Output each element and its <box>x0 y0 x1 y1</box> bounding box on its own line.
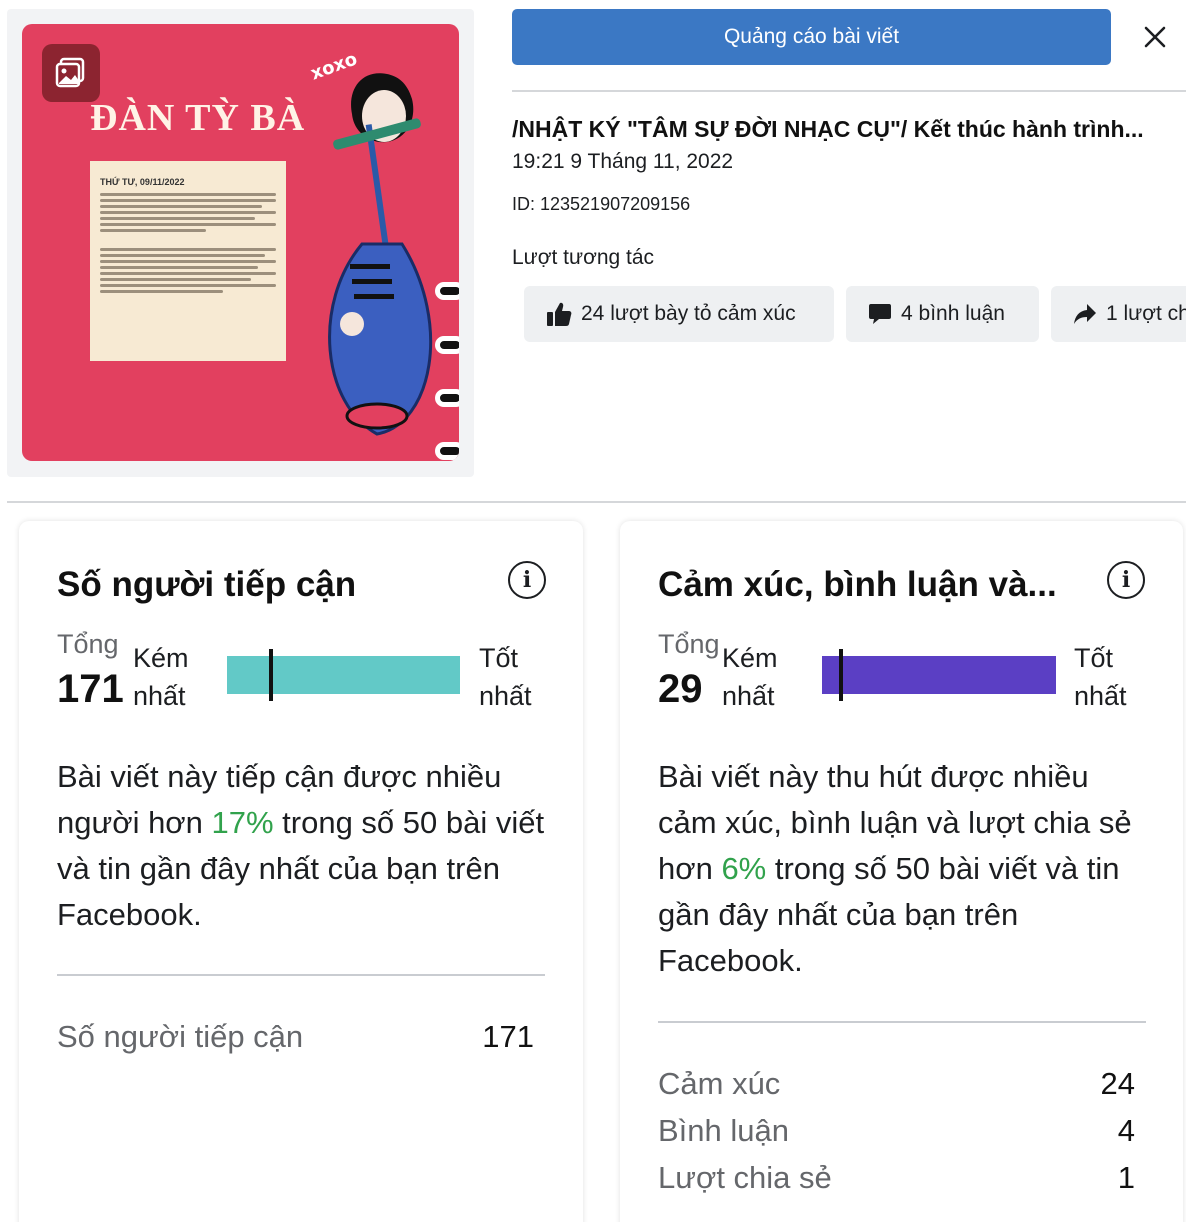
stat-row: Bình luận 4 <box>658 1113 1135 1148</box>
promote-post-button[interactable]: Quảng cáo bài viết <box>512 9 1111 65</box>
reach-card-divider <box>57 974 545 976</box>
header-divider <box>512 90 1186 92</box>
stat-row: Lượt chia sẻ 1 <box>658 1160 1135 1195</box>
reactions-chip[interactable]: 24 lượt bày tỏ cảm xúc <box>524 286 834 342</box>
reach-percentage: 17% <box>211 805 274 840</box>
poster-note: THỨ TƯ, 09/11/2022 <box>90 161 286 361</box>
reach-total-value: 171 <box>57 667 124 711</box>
reach-position-marker <box>269 649 274 701</box>
engagement-position-marker <box>838 649 843 701</box>
close-icon[interactable] <box>1138 20 1172 54</box>
info-icon[interactable]: i <box>1107 561 1145 599</box>
post-thumbnail-frame: ĐÀN TỲ BÀ xoxo THỨ TƯ, 09/11/2022 <box>7 9 474 477</box>
album-icon <box>42 44 100 102</box>
post-thumbnail-image[interactable]: ĐÀN TỲ BÀ xoxo THỨ TƯ, 09/11/2022 <box>22 24 459 461</box>
stat-row: Số người tiếp cận 171 <box>57 1019 534 1054</box>
stat-row: Cảm xúc 24 <box>658 1066 1135 1101</box>
reach-card-title: Số người tiếp cận <box>57 565 357 604</box>
reach-card: Số người tiếp cận i Tổng 171 Kém nhất Tốt… <box>19 521 583 1222</box>
engagement-total-value: 29 <box>658 667 703 711</box>
engagement-card-title: Cảm xúc, bình luận và... <box>658 565 1057 604</box>
shares-count: 1 lượt chia sẻ <box>1106 302 1186 325</box>
comment-icon <box>869 304 891 324</box>
reach-comparison-bar <box>227 656 460 694</box>
engagement-label: Lượt tương tác <box>512 246 655 269</box>
info-icon[interactable]: i <box>508 561 546 599</box>
post-title: /NHẬT KÝ "TÂM SỰ ĐỜI NHẠC CỤ"/ Kết thúc … <box>512 116 1144 142</box>
comments-chip[interactable]: 4 bình luận <box>846 286 1039 342</box>
shares-chip[interactable]: 1 lượt chia sẻ <box>1051 286 1186 342</box>
engagement-total-label: Tổng <box>658 629 720 659</box>
thumbs-up-icon <box>547 302 572 326</box>
engagement-description: Bài viết này thu hút được nhiều cảm xúc,… <box>658 759 1132 978</box>
pipa-illustration-icon <box>328 73 433 436</box>
engagement-scale-low: Kém nhất <box>722 643 778 711</box>
reach-scale-low: Kém nhất <box>133 643 189 711</box>
engagement-comparison-bar <box>822 656 1056 694</box>
post-id: ID: 123521907209156 <box>512 194 691 214</box>
poster-title: ĐÀN TỲ BÀ <box>90 97 306 139</box>
engagement-card: Cảm xúc, bình luận và... i Tổng 29 Kém nh… <box>620 521 1183 1222</box>
section-divider <box>7 501 1186 503</box>
comments-count: 4 bình luận <box>901 302 1005 325</box>
engagement-card-divider <box>658 1021 1146 1023</box>
reach-description: Bài viết này tiếp cận được nhiều người h… <box>57 759 545 932</box>
share-icon <box>1074 304 1096 324</box>
engagement-scale-high: Tốt nhất <box>1074 643 1127 711</box>
poster-note-heading: THỨ TƯ, 09/11/2022 <box>100 177 185 187</box>
engagement-percentage: 6% <box>721 851 767 886</box>
post-date: 19:21 9 Tháng 11, 2022 <box>512 150 734 173</box>
reach-scale-high: Tốt nhất <box>479 643 532 711</box>
reactions-count: 24 lượt bày tỏ cảm xúc <box>581 302 796 325</box>
reach-total-label: Tổng <box>57 629 119 659</box>
